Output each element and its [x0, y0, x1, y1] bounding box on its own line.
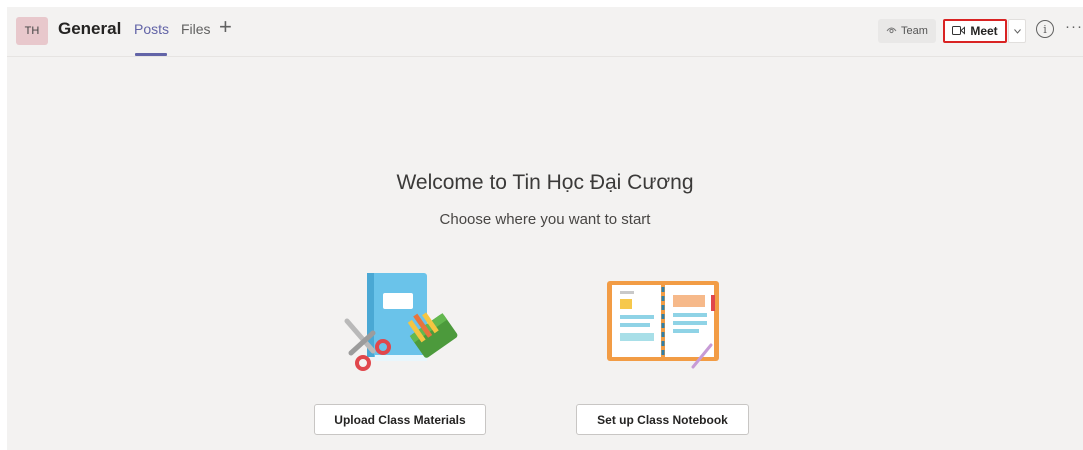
more-options-button[interactable]: ···: [1065, 18, 1083, 35]
more-options-icon: ···: [1065, 18, 1083, 35]
video-camera-icon: [952, 24, 966, 38]
channel-info-button[interactable]: i: [1036, 20, 1054, 38]
team-button-label: Team: [901, 25, 928, 37]
add-tab-button[interactable]: +: [219, 16, 232, 38]
tab-files[interactable]: Files: [181, 21, 211, 37]
team-avatar[interactable]: TH: [16, 17, 48, 45]
plus-icon: +: [219, 14, 232, 39]
team-button[interactable]: Team: [878, 19, 936, 43]
meet-button[interactable]: Meet: [943, 19, 1007, 43]
active-tab-indicator: [135, 53, 167, 56]
set-up-class-notebook-button[interactable]: Set up Class Notebook: [576, 404, 749, 435]
channel-title: General: [58, 19, 122, 38]
chevron-down-icon: [1013, 26, 1021, 36]
welcome-subtitle: Choose where you want to start: [439, 211, 651, 228]
channel-header: TH General Posts Files + Team Meet i ···: [7, 7, 1083, 57]
info-icon: i: [1043, 22, 1047, 36]
teams-channel-view: TH General Posts Files + Team Meet i ···…: [7, 7, 1083, 450]
meet-options-dropdown[interactable]: [1008, 19, 1026, 43]
tab-posts[interactable]: Posts: [134, 21, 169, 37]
open-notebook-illustration: [607, 281, 719, 369]
notebook-scissors-illustration: [344, 273, 458, 371]
welcome-title: Welcome to Tin Học Đại Cương: [396, 171, 694, 194]
upload-class-materials-button[interactable]: Upload Class Materials: [314, 404, 486, 435]
meet-button-label: Meet: [970, 24, 998, 38]
eye-icon: [886, 25, 897, 37]
